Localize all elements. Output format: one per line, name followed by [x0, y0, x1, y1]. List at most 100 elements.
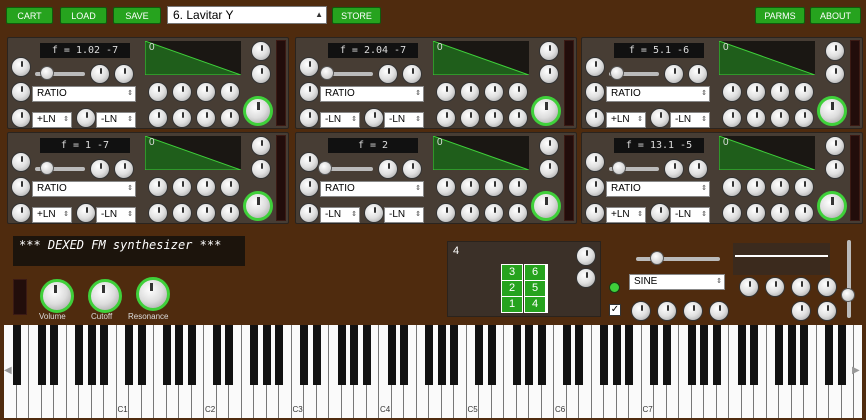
black-key[interactable]: [700, 325, 708, 385]
black-key[interactable]: [837, 325, 846, 385]
coarse-knob[interactable]: [251, 136, 271, 156]
eg-rate-knob-2[interactable]: [746, 82, 766, 102]
lfo-extra-knob-1[interactable]: [791, 301, 811, 321]
left-depth-knob[interactable]: [650, 203, 670, 223]
output-level-knob[interactable]: [531, 96, 561, 126]
black-key[interactable]: [37, 325, 46, 385]
slider-thumb[interactable]: [40, 161, 54, 175]
operator-level-slider[interactable]: [320, 66, 373, 80]
velocity-knob[interactable]: [378, 159, 398, 179]
fine-knob[interactable]: [539, 159, 559, 179]
volume-knob[interactable]: [40, 279, 74, 313]
fine-knob[interactable]: [539, 64, 559, 84]
black-key[interactable]: [400, 325, 408, 385]
slider-thumb[interactable]: [40, 66, 54, 80]
eg-level-knob-1[interactable]: [722, 108, 742, 128]
velocity-knob[interactable]: [90, 64, 110, 84]
feedback-knob[interactable]: [576, 268, 596, 288]
eg-level-knob-3[interactable]: [196, 203, 216, 223]
algorithm-knob[interactable]: [576, 246, 596, 266]
slider-thumb[interactable]: [318, 161, 332, 175]
black-key[interactable]: [212, 325, 221, 385]
black-key[interactable]: [825, 325, 833, 385]
velocity-knob[interactable]: [378, 64, 398, 84]
amp-mod-knob[interactable]: [688, 64, 708, 84]
amp-mod-knob[interactable]: [402, 159, 422, 179]
eg-rate-knob-2[interactable]: [460, 177, 480, 197]
detune-knob[interactable]: [11, 57, 31, 77]
eg-level-knob-2[interactable]: [746, 203, 766, 223]
load-button[interactable]: LOAD: [60, 7, 107, 24]
operator-level-slider[interactable]: [35, 161, 85, 175]
black-key[interactable]: [275, 325, 283, 385]
black-key[interactable]: [50, 325, 58, 385]
left-depth-knob[interactable]: [364, 108, 384, 128]
black-key[interactable]: [475, 325, 483, 385]
black-key[interactable]: [75, 325, 83, 385]
eg-rate-knob-3[interactable]: [770, 82, 790, 102]
velocity-knob[interactable]: [664, 159, 684, 179]
operator-level-slider[interactable]: [609, 66, 659, 80]
black-key[interactable]: [312, 325, 321, 385]
black-key[interactable]: [437, 325, 446, 385]
black-key[interactable]: [750, 325, 758, 385]
eg-rate-knob-2[interactable]: [172, 82, 192, 102]
master-tune-thumb[interactable]: [841, 288, 855, 302]
eg-level-knob-4[interactable]: [794, 203, 814, 223]
output-level-knob[interactable]: [817, 96, 847, 126]
left-curve-select[interactable]: -LN ⇕: [320, 207, 360, 223]
lfo-param-knob-1[interactable]: [631, 301, 651, 321]
black-key[interactable]: [362, 325, 371, 385]
detune-knob[interactable]: [299, 57, 319, 77]
eg-level-knob-3[interactable]: [196, 108, 216, 128]
eg-level-knob-3[interactable]: [770, 108, 790, 128]
fine-knob[interactable]: [825, 64, 845, 84]
osc-mode-knob[interactable]: [299, 177, 319, 197]
osc-mode-knob[interactable]: [11, 177, 31, 197]
eg-level-knob-1[interactable]: [722, 203, 742, 223]
black-key[interactable]: [800, 325, 808, 385]
pitch-eg-slider[interactable]: [636, 251, 720, 265]
eg-rate-knob-2[interactable]: [460, 82, 480, 102]
velocity-knob[interactable]: [664, 64, 684, 84]
black-key[interactable]: [687, 325, 696, 385]
black-key[interactable]: [487, 325, 496, 385]
output-level-knob[interactable]: [817, 191, 847, 221]
eg-rate-knob-4[interactable]: [220, 177, 240, 197]
cutoff-knob[interactable]: [88, 279, 122, 313]
coarse-knob[interactable]: [251, 41, 271, 61]
black-key[interactable]: [787, 325, 796, 385]
black-key[interactable]: [125, 325, 133, 385]
right-curve-select[interactable]: -LN ⇕: [96, 112, 136, 128]
black-key[interactable]: [600, 325, 608, 385]
eg-level-knob-2[interactable]: [172, 203, 192, 223]
black-key[interactable]: [225, 325, 233, 385]
eg-level-knob-4[interactable]: [220, 203, 240, 223]
black-key[interactable]: [175, 325, 183, 385]
black-key[interactable]: [137, 325, 146, 385]
fine-knob[interactable]: [825, 159, 845, 179]
output-level-knob[interactable]: [243, 191, 273, 221]
slider-thumb[interactable]: [610, 66, 624, 80]
pitch-eg-knob-4[interactable]: [817, 277, 837, 297]
eg-rate-knob-4[interactable]: [794, 82, 814, 102]
eg-rate-knob-1[interactable]: [436, 177, 456, 197]
master-tune-slider[interactable]: [841, 240, 855, 318]
black-key[interactable]: [562, 325, 571, 385]
left-curve-select[interactable]: -LN ⇕: [320, 112, 360, 128]
black-key[interactable]: [525, 325, 533, 385]
black-key[interactable]: [12, 325, 21, 385]
black-key[interactable]: [425, 325, 433, 385]
eg-rate-knob-1[interactable]: [436, 82, 456, 102]
parms-button[interactable]: PARMS: [755, 7, 805, 24]
operator-level-slider[interactable]: [35, 66, 85, 80]
black-key[interactable]: [262, 325, 271, 385]
operator-level-slider[interactable]: [318, 161, 373, 175]
black-key[interactable]: [187, 325, 196, 385]
right-curve-select[interactable]: -LN ⇕: [384, 207, 424, 223]
eg-level-knob-4[interactable]: [508, 203, 528, 223]
osc-mode-select[interactable]: RATIO ⇕: [320, 181, 424, 197]
eg-level-knob-3[interactable]: [484, 203, 504, 223]
eg-rate-knob-1[interactable]: [148, 82, 168, 102]
black-key[interactable]: [300, 325, 308, 385]
